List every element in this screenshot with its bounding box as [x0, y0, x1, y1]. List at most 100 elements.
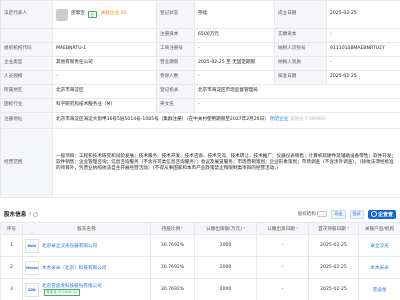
company-name-link[interactable]: 北京卓立汉光仪器有限公司 — [42, 243, 97, 249]
legal-rep-label: 法定代表人 — [0, 0, 53, 29]
row-ratio: 30.7692% — [150, 256, 195, 279]
region-label: 所属地区 — [0, 84, 53, 99]
col-first-label: 首次持股日期 — [318, 226, 346, 232]
row-date: - — [256, 234, 309, 257]
reg-status-value: 存续 — [194, 0, 275, 29]
shareholder-section-header: 股东信息 4 股权结构 导出 投诉 企查查 — [0, 207, 400, 221]
row-ratio: 30.7692% — [150, 278, 195, 300]
col-capital[interactable]: 认缴出资额(万元) — [194, 222, 257, 235]
row-date: - — [256, 278, 309, 300]
company-type-value: 其他有限责任公司 — [52, 56, 157, 71]
row-date: - — [256, 256, 309, 279]
taxpayer-id-value: 91110108MAEBNRTU1Y — [326, 42, 400, 57]
section-title: 股东信息 — [4, 212, 27, 218]
sort-icon[interactable] — [346, 227, 349, 229]
table-row[interactable]: 2 Mimas 木木米米（北京）科技有限公司 30.7692% 2000 - 20… — [0, 256, 400, 279]
authority-label: 登记机关 — [156, 84, 195, 99]
brand-logo: 企查查 — [367, 209, 396, 219]
term-label: 营业期限 — [156, 56, 195, 71]
sort-icon[interactable] — [295, 227, 298, 229]
nearby-companies-link[interactable]: 附近企业 — [270, 117, 288, 122]
sort-icon[interactable] — [242, 227, 245, 229]
info-icon[interactable] — [33, 211, 39, 217]
address-cell: 北京市海淀区海淀大街甲36号5层5014号-1085号（集群注册）（在中关村使用… — [52, 112, 400, 129]
industry-value: 科学研究和技术服务业（M） — [52, 98, 157, 113]
biz-reg-label: 工商注册号 — [156, 42, 195, 57]
row-company: SDIL 北京雪迪龙科技股份有限公司 雪迪龙 002658.SZ — [22, 278, 151, 300]
col-capital-label: 认缴出资额(万元) — [206, 226, 242, 232]
row-product-link[interactable]: 雪迪龙 — [358, 278, 400, 300]
company-type-label: 企业类型 — [0, 56, 53, 71]
row-first: 2025-02-25 — [308, 234, 359, 257]
reg-capital-label: 注册资本 — [156, 28, 195, 43]
row-no: 2 — [0, 256, 23, 279]
row-first: 2025-02-25 — [308, 278, 359, 300]
org-code-label: 组织机构代码 — [0, 42, 53, 57]
reg-status-label: 登记状态 — [156, 0, 195, 29]
term-value: 2025-02-25 至 无固定期限 — [194, 56, 275, 71]
paid-capital-label: 实缴资本 — [274, 28, 327, 43]
address-value: 北京市海淀区海淀大街甲36号5层5014号-1085号（集群注册）（在中关村使用… — [56, 117, 269, 123]
row-company: Belis 北京卓立汉光仪器有限公司 — [22, 234, 151, 257]
table-row[interactable]: 1 Belis 北京卓立汉光仪器有限公司 30.7692% 2000 - 2025… — [0, 234, 400, 257]
row-capital: 2000 — [194, 278, 257, 300]
authority-value: 北京市海淀区市场监督管理局 — [194, 84, 400, 99]
toggle-switch-icon[interactable] — [317, 211, 328, 217]
industry-label: 国标行业 — [0, 98, 53, 113]
paid-capital-value: - — [326, 28, 400, 43]
table-row[interactable]: 3 SDIL 北京雪迪龙科技股份有限公司 雪迪龙 002658.SZ 30.7692… — [0, 278, 400, 300]
approved-value: 2025-02-25 — [326, 70, 400, 85]
company-logo: Mimas — [25, 260, 39, 275]
col-ratio-label: 持股比例 — [161, 226, 181, 232]
reg-capital-value: 6500万元 — [194, 28, 275, 43]
legal-rep-name[interactable]: 邵霏宣 — [71, 11, 85, 17]
col-ratio[interactable]: 持股比例 — [150, 222, 195, 235]
staff-value: - — [52, 70, 157, 85]
col-name: 股东名称 — [22, 222, 151, 235]
taxpayer-qual-label: 纳税人资质 — [274, 56, 327, 71]
scope-value: 一般项目：工程和技术研究和试验发展；技术服务、技术开发、技术咨询、技术交流、技术… — [52, 128, 400, 198]
insured-value: - — [194, 70, 275, 85]
export-button[interactable]: 导出 — [331, 209, 346, 219]
english-value: - — [194, 98, 400, 113]
structure-toggle-label: 股权结构 — [297, 212, 316, 217]
row-capital: 2000 — [194, 234, 257, 257]
row-product-link[interactable]: 卓立汉光 — [358, 234, 400, 257]
english-label: 英文名 — [156, 98, 195, 113]
row-capital: 2000 — [194, 256, 257, 279]
row-first: 2025-02-25 — [308, 256, 359, 279]
company-logo: SDIL — [25, 282, 39, 297]
org-code-value: MAEBNRTU-1 — [52, 42, 157, 57]
taxpayer-qual-value: - — [326, 56, 400, 71]
taxpayer-id-label: 纳税人识别号 — [274, 42, 327, 57]
section-controls: 股权结构 导出 投诉 企查查 — [298, 209, 396, 219]
row-product-link[interactable]: 木木米米 — [358, 256, 400, 279]
region-value: 北京市海淀区 — [52, 84, 157, 99]
blank-label — [0, 28, 53, 43]
magnifier-icon — [370, 211, 377, 217]
address-extra[interactable]: 该地址下(89988) — [290, 117, 327, 122]
row-no: 3 — [0, 278, 23, 300]
scope-label: 经营范围 — [0, 128, 53, 198]
legal-rep-tag[interactable]: 关联企业 20 — [101, 11, 127, 17]
sort-icon[interactable] — [181, 227, 184, 229]
shareholder-table: 序号 股东名称 持股比例 认缴出资额(万元) 认缴出资日期 首次持股日期 关联产… — [0, 222, 400, 300]
insured-label: 参保人数 — [156, 70, 195, 85]
legal-rep-badge: 仓 — [87, 10, 97, 19]
biz-reg-value: - — [194, 42, 275, 57]
address-label: 注册地址 — [0, 112, 53, 129]
col-date[interactable]: 认缴出资日期 — [256, 222, 309, 235]
brand-logo-text: 企查查 — [377, 211, 393, 218]
stock-tag[interactable]: 雪迪龙 002658.SZ — [44, 289, 80, 296]
col-no: 序号 — [0, 222, 23, 235]
company-name-link[interactable]: 木木米米（北京）科技有限公司 — [42, 265, 106, 271]
company-logo: Belis — [25, 238, 39, 253]
row-no: 1 — [0, 234, 23, 257]
col-product: 关联产品/机构 — [358, 222, 400, 235]
blank-value — [52, 28, 157, 43]
complaint-button[interactable]: 投诉 — [349, 209, 364, 219]
structure-toggle[interactable]: 股权结构 — [298, 211, 328, 217]
col-first[interactable]: 首次持股日期 — [308, 222, 359, 235]
approved-label: 核准日期 — [274, 70, 327, 85]
col-date-label: 认缴出资日期 — [267, 226, 295, 232]
